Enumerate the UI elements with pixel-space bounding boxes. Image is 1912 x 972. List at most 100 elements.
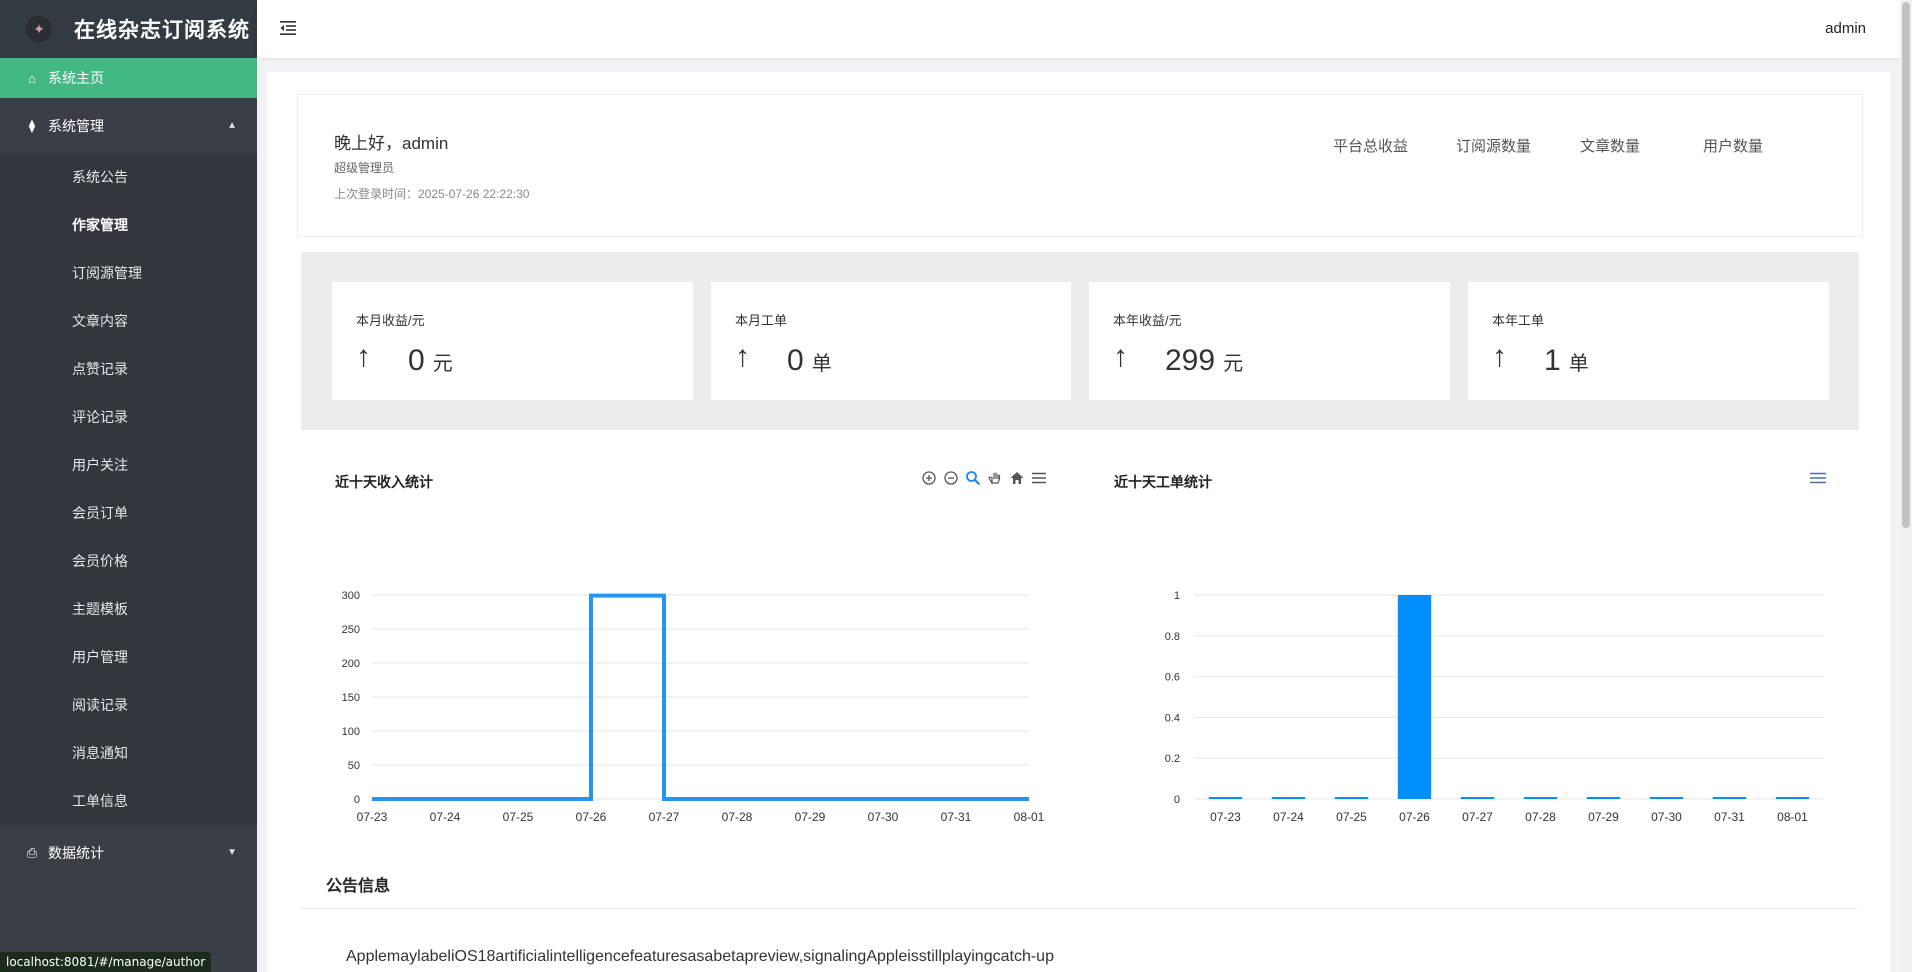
x-tick-label: 07-28: [722, 810, 753, 824]
sidebar: ✦ 在线杂志订阅系统 ⌂ 系统主页 ⧫ 系统管理 ▲ 系统公告 作家管理 订阅源…: [0, 0, 257, 972]
card-value: 1单: [1544, 344, 1589, 377]
menu-data-label: 数据统计: [48, 844, 104, 861]
top-header: admin: [257, 0, 1900, 58]
sidebar-item-users[interactable]: 用户管理: [0, 633, 257, 681]
sidebar-item-comments[interactable]: 评论记录: [0, 393, 257, 441]
x-tick-label: 08-01: [1777, 810, 1808, 824]
y-tick-label: 50: [348, 760, 360, 772]
ticket-bar-chart: 0 0.2 0.4 0.6 0.8 1 07-23 07-24 07-25 07-26 07-27 0…: [1165, 590, 1824, 824]
ticket-chart-title: 近十天工单统计: [1114, 474, 1212, 490]
x-tick-label: 07-23: [1210, 810, 1241, 824]
menu-data-statistics[interactable]: ⎙ 数据统计 ▼: [0, 825, 257, 880]
y-tick-label: 0.6: [1165, 672, 1180, 684]
zoom-out-icon[interactable]: [943, 470, 959, 486]
sidebar-item-announcement[interactable]: 系统公告: [0, 153, 257, 201]
y-tick-label: 300: [342, 590, 360, 602]
stats-band: 本月收益/元 ↑ 0元 本月工单 ↑ 0单 本年收益/元 ↑ 299 元 本年工单…: [301, 252, 1859, 430]
brand: ✦ 在线杂志订阅系统: [0, 0, 257, 58]
bar: [1460, 797, 1495, 799]
x-tick-label: 07-31: [941, 810, 972, 824]
income-line-chart: 0 50 100 150 200 250 300 07-23 07-24 07-25 07-26 07…: [342, 590, 1045, 824]
card-title: 本年工单: [1492, 313, 1545, 328]
chevron-up-icon: ▲: [227, 120, 237, 131]
app-title: 在线杂志订阅系统: [74, 19, 250, 42]
scroll-thumb[interactable]: [1902, 2, 1910, 528]
x-tick-label: 07-30: [868, 810, 899, 824]
y-tick-label: 150: [342, 692, 360, 704]
sidebar-item-theme-template[interactable]: 主题模板: [0, 585, 257, 633]
x-tick-label: 07-26: [576, 810, 607, 824]
scrollbar[interactable]: [1900, 0, 1912, 972]
magnifier-icon[interactable]: [965, 470, 981, 486]
x-tick-label: 07-26: [1399, 810, 1430, 824]
notice-title: 公告信息: [326, 878, 391, 895]
card-month-revenue: 本月收益/元 ↑ 0元: [332, 282, 693, 400]
chart-menu-icon[interactable]: [1809, 470, 1827, 486]
printer-icon: ⎙: [26, 844, 38, 860]
menu-fold-icon[interactable]: [279, 19, 297, 37]
x-tick-label: 07-30: [1651, 810, 1682, 824]
card-title: 本年收益/元: [1113, 313, 1182, 328]
bar: [1271, 797, 1306, 799]
bar: [1397, 595, 1432, 799]
sidebar-item-tickets[interactable]: 工单信息: [0, 777, 257, 825]
menu-home[interactable]: ⌂ 系统主页: [0, 58, 257, 98]
bar: [1712, 797, 1747, 799]
card-year-revenue: 本年收益/元 ↑ 299 元: [1089, 282, 1450, 400]
y-tick-label: 0: [354, 794, 360, 806]
stat-label-source-count: 订阅源数量: [1456, 138, 1532, 155]
stat-label-total-revenue: 平台总收益: [1333, 138, 1409, 155]
x-tick-label: 07-24: [430, 810, 461, 824]
notice-divider: [299, 908, 1857, 909]
arrow-up-icon: ↑: [356, 340, 371, 373]
bar: [1208, 797, 1243, 799]
reset-home-icon[interactable]: [1009, 470, 1025, 486]
menu-system-label: 系统管理: [48, 117, 104, 134]
chart-toolbar: [921, 470, 1047, 486]
x-tick-label: 08-01: [1014, 810, 1045, 824]
menu-system-management[interactable]: ⧫ 系统管理 ▲: [0, 98, 257, 153]
card-value: 299 元: [1165, 344, 1244, 377]
sidebar-item-notifications[interactable]: 消息通知: [0, 729, 257, 777]
bar: [1775, 797, 1810, 799]
logo-icon: ✦: [26, 16, 52, 42]
zoom-in-icon[interactable]: [921, 470, 937, 486]
sidebar-item-follows[interactable]: 用户关注: [0, 441, 257, 489]
x-tick-label: 07-28: [1525, 810, 1556, 824]
income-chart-title: 近十天收入统计: [335, 474, 433, 490]
card-year-tickets: 本年工单 ↑ 1单: [1468, 282, 1829, 400]
card-title: 本月收益/元: [356, 313, 425, 328]
notice-item[interactable]: ApplemaylabeliOS18artificialintelligence…: [346, 948, 1054, 966]
chart-menu-icon[interactable]: [1031, 470, 1047, 486]
card-month-tickets: 本月工单 ↑ 0单: [711, 282, 1071, 400]
submenu-system: 系统公告 作家管理 订阅源管理 文章内容 点赞记录 评论记录 用户关注 会员订单…: [0, 153, 257, 825]
bar: [1586, 797, 1621, 799]
bar: [1523, 797, 1558, 799]
sidebar-item-article[interactable]: 文章内容: [0, 297, 257, 345]
sidebar-item-likes[interactable]: 点赞记录: [0, 345, 257, 393]
greeting: 晚上好，admin: [334, 134, 449, 153]
home-icon: ⌂: [28, 70, 36, 86]
arrow-up-icon: ↑: [1492, 340, 1507, 373]
sidebar-item-subscription-source[interactable]: 订阅源管理: [0, 249, 257, 297]
x-tick-label: 07-31: [1714, 810, 1745, 824]
status-bar-url: localhost:8081/#/manage/author: [0, 952, 212, 972]
sidebar-item-member-orders[interactable]: 会员订单: [0, 489, 257, 537]
y-tick-label: 0.8: [1165, 631, 1180, 643]
sidebar-item-member-price[interactable]: 会员价格: [0, 537, 257, 585]
sidebar-item-author[interactable]: 作家管理: [0, 201, 257, 249]
pan-hand-icon[interactable]: [987, 470, 1003, 486]
x-tick-label: 07-27: [649, 810, 680, 824]
y-tick-label: 250: [342, 624, 360, 636]
stat-label-article-count: 文章数量: [1580, 138, 1641, 155]
bar: [1649, 797, 1684, 799]
y-tick-label: 200: [342, 658, 360, 670]
user-menu[interactable]: admin: [1825, 20, 1866, 37]
y-tick-label: 0.4: [1165, 712, 1180, 724]
card-title: 本月工单: [735, 313, 788, 328]
card-value: 0单: [787, 344, 832, 377]
main-content: 晚上好，admin 超级管理员 上次登录时间：2025-07-26 22:22:…: [267, 72, 1890, 972]
y-tick-label: 0.2: [1165, 753, 1180, 765]
x-tick-label: 07-25: [1336, 810, 1367, 824]
sidebar-item-reading-records[interactable]: 阅读记录: [0, 681, 257, 729]
